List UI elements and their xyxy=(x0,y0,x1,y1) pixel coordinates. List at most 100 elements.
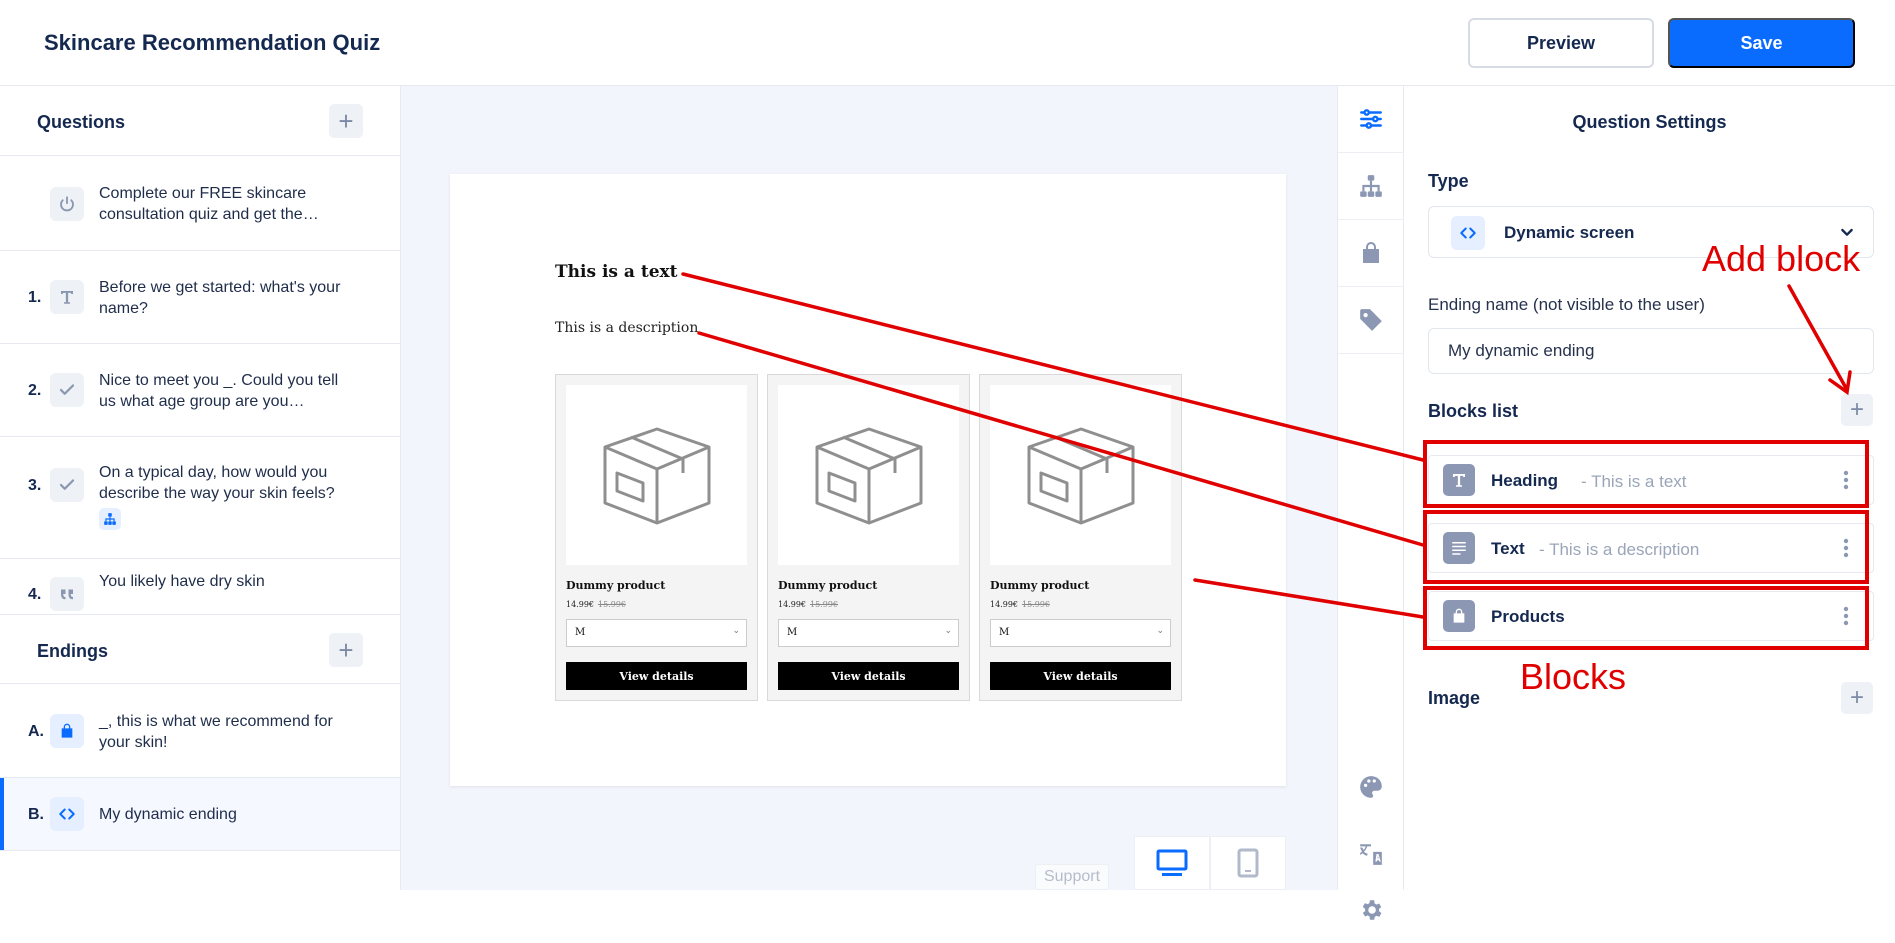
box-icon xyxy=(815,427,922,525)
palette-icon xyxy=(1360,775,1382,798)
desktop-icon xyxy=(1156,849,1188,876)
product-card: Dummy product 14.99€ 15.99€ M ⌄ View detai… xyxy=(979,374,1182,701)
endings-title: Endings xyxy=(37,641,108,661)
branch-icon xyxy=(99,508,121,530)
preview-heading: This is a text xyxy=(555,262,678,282)
product-price: 14.99€ 15.99€ xyxy=(566,600,626,609)
app-title: Skincare Recommendation Quiz xyxy=(44,30,381,55)
code-icon xyxy=(50,797,84,831)
question-item-2[interactable]: 2. Nice to meet you _. Could you tell us… xyxy=(0,344,400,437)
products-tool[interactable] xyxy=(1338,220,1404,287)
annotation-box-products xyxy=(1423,586,1869,650)
text-type-icon xyxy=(50,280,84,314)
question-number: 3. xyxy=(28,477,42,494)
ending-text: _, this is what we recommend for your sk… xyxy=(99,713,333,751)
product-name: Dummy product xyxy=(566,579,666,592)
ending-letter: B. xyxy=(28,806,44,823)
question-number: 4. xyxy=(28,586,42,603)
tablet-view-button[interactable] xyxy=(1210,836,1286,890)
add-block-button[interactable]: + xyxy=(1841,394,1873,426)
product-old-price: 15.99€ xyxy=(598,600,626,609)
theme-tool[interactable] xyxy=(1338,753,1404,820)
bag-icon xyxy=(50,714,84,748)
tags-tool[interactable] xyxy=(1338,287,1404,354)
gear-icon xyxy=(1362,899,1382,920)
save-button[interactable]: Save xyxy=(1668,18,1855,68)
annotation-box-heading xyxy=(1423,440,1869,508)
type-value: Dynamic screen xyxy=(1504,223,1635,242)
ending-item-a[interactable]: A. _, this is what we recommend for your… xyxy=(0,685,400,778)
annotation-blocks: Blocks xyxy=(1520,656,1627,697)
view-details-button[interactable]: View details xyxy=(990,662,1171,690)
blocks-list-label: Blocks list xyxy=(1428,401,1519,421)
desktop-view-button[interactable] xyxy=(1134,836,1210,890)
view-details-button[interactable]: View details xyxy=(566,662,747,690)
sliders-icon xyxy=(1360,109,1382,129)
image-label: Image xyxy=(1428,688,1481,708)
product-old-price: 15.99€ xyxy=(1022,600,1050,609)
preview-button[interactable]: Preview xyxy=(1468,18,1654,68)
questions-header: Questions + xyxy=(0,86,400,156)
check-icon xyxy=(50,373,84,407)
tag-icon xyxy=(1360,309,1382,331)
product-price: 14.99€ 15.99€ xyxy=(990,600,1050,609)
product-name: Dummy product xyxy=(990,579,1090,592)
view-details-button[interactable]: View details xyxy=(778,662,959,690)
product-card: Dummy product 14.99€ 15.99€ M ⌄ View detai… xyxy=(767,374,970,701)
product-option-select[interactable]: M ⌄ xyxy=(990,619,1171,647)
product-image xyxy=(778,385,959,565)
product-name: Dummy product xyxy=(778,579,878,592)
add-question-button[interactable]: + xyxy=(329,104,363,138)
product-image xyxy=(990,385,1171,565)
bag-icon xyxy=(1363,242,1379,263)
code-icon xyxy=(1451,216,1485,250)
product-image xyxy=(566,385,747,565)
box-icon xyxy=(1027,427,1134,525)
annotation-box-text xyxy=(1423,510,1869,584)
ending-name-input[interactable] xyxy=(1428,328,1874,374)
ending-letter: A. xyxy=(28,723,44,740)
question-text: Nice to meet you _. Could you tell us wh… xyxy=(99,372,339,410)
product-price: 14.99€ 15.99€ xyxy=(778,600,838,609)
question-text: On a typical day, how would you describe… xyxy=(99,464,335,502)
question-item-3[interactable]: 3. On a typical day, how would you descr… xyxy=(0,437,400,559)
tool-rail xyxy=(1337,86,1404,920)
intro-text: Complete our FREE skincare consultation … xyxy=(99,185,319,223)
box-icon xyxy=(603,427,710,525)
ending-name-label: Ending name (not visible to the user) xyxy=(1428,295,1705,314)
translate-icon xyxy=(1360,843,1382,865)
question-number: 2. xyxy=(28,382,42,399)
intro-item[interactable]: Complete our FREE skincare consultation … xyxy=(0,157,400,251)
support-button[interactable]: Support xyxy=(1035,864,1109,890)
type-label: Type xyxy=(1428,171,1469,191)
ending-item-b[interactable]: B. My dynamic ending xyxy=(0,778,400,851)
questions-title: Questions xyxy=(37,112,126,132)
question-number: 1. xyxy=(28,289,42,306)
chevron-down-icon: ⌄ xyxy=(732,626,740,636)
product-option-select[interactable]: M ⌄ xyxy=(778,619,959,647)
endings-header: Endings + xyxy=(0,614,400,684)
check-icon xyxy=(50,468,84,502)
annotation-add-block: Add block xyxy=(1702,238,1861,279)
product-card: Dummy product 14.99€ 15.99€ M ⌄ View detai… xyxy=(555,374,758,701)
product-option-select[interactable]: M ⌄ xyxy=(566,619,747,647)
settings-title: Question Settings xyxy=(1572,112,1727,132)
tablet-icon xyxy=(1237,848,1259,878)
settings-tool[interactable] xyxy=(1338,86,1404,153)
quote-icon xyxy=(50,577,84,611)
preview-description: This is a description xyxy=(555,320,699,336)
question-text: Before we get started: what's your name? xyxy=(99,279,341,317)
add-ending-button[interactable]: + xyxy=(329,633,363,667)
left-sidebar: Questions + Complete our FREE skincare c… xyxy=(0,86,401,890)
top-bar: Skincare Recommendation Quiz Preview Sav… xyxy=(0,0,1895,86)
chevron-down-icon: ⌄ xyxy=(1156,626,1164,636)
active-indicator xyxy=(0,778,4,850)
sitemap-icon xyxy=(1360,175,1382,197)
question-item-4[interactable]: 4. You likely have dry skin xyxy=(0,559,400,619)
product-old-price: 15.99€ xyxy=(810,600,838,609)
add-image-button[interactable]: + xyxy=(1841,682,1873,714)
question-item-1[interactable]: 1. Before we get started: what's your na… xyxy=(0,251,400,344)
logic-tool[interactable] xyxy=(1338,153,1404,220)
chevron-down-icon: ⌄ xyxy=(944,626,952,636)
general-settings-tool[interactable] xyxy=(1338,876,1404,943)
